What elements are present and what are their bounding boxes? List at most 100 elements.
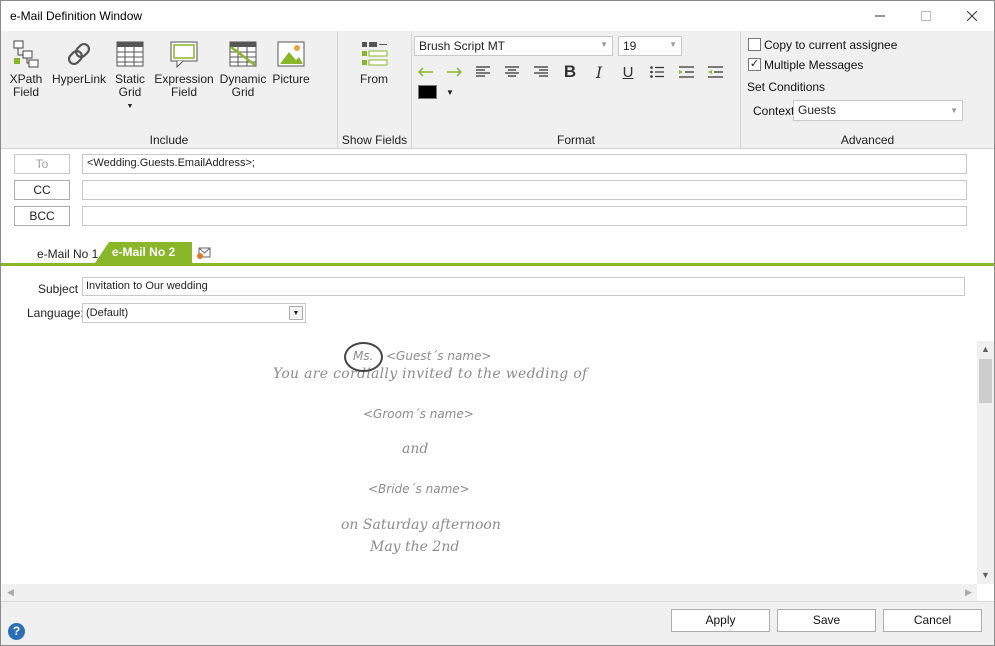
- expression-field-button[interactable]: Expression Field: [154, 37, 214, 99]
- maximize-button[interactable]: [903, 1, 949, 31]
- italic-icon: I: [595, 62, 603, 82]
- window-title: e-Mail Definition Window: [10, 9, 143, 23]
- chevron-down-icon: ▼: [950, 106, 958, 115]
- align-center-icon: [505, 66, 519, 77]
- hyperlink-button[interactable]: HyperLink: [51, 37, 107, 86]
- close-button[interactable]: [949, 1, 995, 31]
- picture-button[interactable]: Picture: [271, 37, 311, 86]
- bold-button[interactable]: B: [559, 61, 581, 83]
- scroll-up-icon[interactable]: ▲: [977, 341, 994, 358]
- static-grid-icon: [116, 41, 144, 67]
- vertical-scroll-thumb[interactable]: [979, 359, 992, 403]
- font-size-select[interactable]: 19 ▼: [618, 36, 682, 56]
- tab-email-1[interactable]: e-Mail No 1: [37, 247, 98, 261]
- dynamic-grid-label: Dynamic Grid: [219, 72, 267, 99]
- context-select[interactable]: Guests ▼: [793, 100, 963, 121]
- align-center-button[interactable]: [501, 61, 523, 83]
- to-button[interactable]: To: [14, 154, 70, 174]
- hyperlink-label: HyperLink: [51, 72, 107, 86]
- align-left-button[interactable]: [472, 61, 494, 83]
- bcc-button[interactable]: BCC: [14, 206, 70, 226]
- horizontal-scrollbar[interactable]: ◀ ▶: [2, 584, 977, 601]
- dynamic-grid-button[interactable]: Dynamic Grid: [217, 37, 269, 99]
- show-fields-group-label: Show Fields: [341, 133, 408, 147]
- static-grid-label: Static Grid: [114, 72, 145, 99]
- font-family-select[interactable]: Brush Script MT ▼: [414, 36, 613, 56]
- and-text: and: [402, 441, 429, 457]
- underline-button[interactable]: U: [617, 61, 639, 83]
- indent-button[interactable]: [675, 61, 697, 83]
- copy-to-assignee-checkbox[interactable]: [748, 38, 761, 51]
- bride-name-placeholder: <Bride´s name>: [368, 482, 470, 496]
- language-select[interactable]: (Default) ▼: [82, 303, 306, 323]
- bcc-field[interactable]: [82, 206, 967, 226]
- subject-label: Subject: [38, 282, 79, 296]
- xpath-field-button[interactable]: XPath Field: [7, 37, 45, 99]
- cc-field[interactable]: [82, 180, 967, 200]
- underline-icon: U: [622, 63, 634, 81]
- vertical-scrollbar[interactable]: ▲ ▼: [977, 341, 994, 584]
- static-grid-dropdown-icon[interactable]: ▼: [111, 100, 149, 113]
- font-size-value: 19: [623, 39, 637, 53]
- undo-button[interactable]: [415, 61, 437, 83]
- checkmark-icon: ✓: [749, 58, 760, 70]
- set-conditions-link[interactable]: Set Conditions: [747, 80, 825, 94]
- cancel-button[interactable]: Cancel: [883, 609, 982, 632]
- from-label: From: [360, 72, 388, 86]
- tab-email-2[interactable]: e-Mail No 2: [95, 242, 192, 263]
- chevron-down-icon: ▼: [669, 40, 677, 49]
- scroll-down-icon[interactable]: ▼: [977, 567, 994, 584]
- xpath-field-icon: [13, 40, 39, 68]
- minimize-icon: [875, 15, 885, 17]
- subject-input[interactable]: Invitation to Our wedding: [82, 277, 965, 296]
- advanced-group: Copy to current assignee ✓ Multiple Mess…: [741, 31, 994, 149]
- xpath-field-label: XPath Field: [9, 72, 43, 99]
- minimize-button[interactable]: [857, 1, 903, 31]
- context-label: Context: [753, 104, 795, 118]
- static-grid-button[interactable]: Static Grid ▼: [111, 37, 149, 113]
- help-icon[interactable]: ?: [8, 623, 25, 640]
- groom-name-placeholder: <Groom´s name>: [363, 407, 474, 421]
- text-color-swatch[interactable]: [418, 85, 437, 99]
- title-bar: e-Mail Definition Window: [1, 1, 994, 31]
- include-group: XPath Field HyperLink Static Grid ▼ Expr…: [1, 31, 338, 149]
- save-button[interactable]: Save: [777, 609, 876, 632]
- redo-button[interactable]: [443, 61, 465, 83]
- format-group-label: Format: [556, 133, 595, 147]
- multiple-messages-checkbox[interactable]: ✓: [748, 58, 761, 71]
- scroll-left-icon[interactable]: ◀: [2, 584, 19, 601]
- expression-field-icon: [170, 41, 198, 69]
- indent-icon: [678, 66, 694, 78]
- chevron-down-icon: ▼: [289, 306, 303, 320]
- from-fields-icon: [362, 42, 388, 66]
- outdent-button[interactable]: [704, 61, 726, 83]
- scroll-right-icon[interactable]: ▶: [960, 584, 977, 601]
- include-group-label: Include: [149, 133, 189, 147]
- from-button[interactable]: From: [354, 37, 394, 86]
- expression-field-label: Expression Field: [154, 72, 214, 99]
- hyperlink-icon: [67, 42, 91, 66]
- context-value: Guests: [798, 103, 837, 117]
- bullet-list-button[interactable]: [646, 61, 668, 83]
- undo-icon: [418, 67, 433, 77]
- to-field[interactable]: <Wedding.Guests.EmailAddress>;: [82, 154, 967, 174]
- show-fields-group: From Show Fields: [338, 31, 412, 149]
- language-value: (Default): [86, 307, 129, 319]
- bullet-list-icon: [650, 66, 664, 78]
- align-left-icon: [476, 66, 490, 77]
- redo-icon: [447, 67, 462, 77]
- text-color-dropdown-icon[interactable]: ▼: [446, 88, 454, 97]
- add-email-tab-icon[interactable]: [196, 246, 212, 260]
- picture-icon: [277, 41, 305, 67]
- message-body-editor[interactable]: Ms. <Guest´s name> You are cordially inv…: [2, 341, 977, 584]
- text-color-fill: [419, 86, 436, 98]
- apply-button[interactable]: Apply: [671, 609, 770, 632]
- italic-button[interactable]: I: [588, 61, 610, 83]
- advanced-group-label: Advanced: [840, 133, 895, 147]
- date-line-1: on Saturday afternoon: [341, 517, 501, 533]
- align-right-button[interactable]: [530, 61, 552, 83]
- maximize-icon: [921, 11, 931, 21]
- language-label: Language:: [27, 306, 84, 320]
- multiple-messages-label: Multiple Messages: [764, 58, 864, 72]
- cc-button[interactable]: CC: [14, 180, 70, 200]
